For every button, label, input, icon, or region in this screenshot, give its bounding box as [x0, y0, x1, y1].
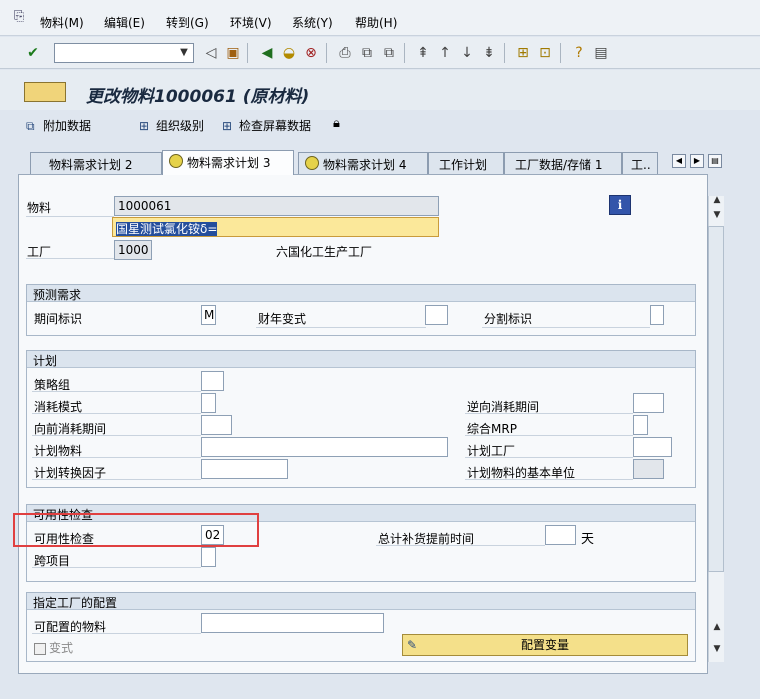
new-session-icon[interactable]: ⊞ — [514, 44, 532, 62]
tab-mrp4[interactable]: 物料需求计划 4 — [298, 152, 428, 174]
next-page-icon[interactable]: ↓ — [458, 44, 476, 62]
previous-page-icon[interactable]: ↑ — [436, 44, 454, 62]
menubar: ⎘ 物料(M) 编辑(E) 转到(G) 环境(V) 系统(Y) 帮助(H) — [0, 0, 760, 36]
chevron-down-icon[interactable]: ▼ — [175, 44, 193, 62]
lock-icon[interactable]: 🔒︎ — [333, 116, 340, 131]
additional-data-button[interactable]: ⧉ 附加数据 — [26, 117, 91, 134]
menu-material[interactable]: 物料(M) — [40, 14, 84, 31]
tab-work-scheduling[interactable]: 工作计划 — [428, 152, 504, 174]
shortcut-icon[interactable]: ⊡ — [536, 44, 554, 62]
system-status-button[interactable] — [24, 82, 66, 102]
copy-icon: ⧉ — [26, 119, 35, 133]
tab-plant-data-storage[interactable]: 工厂数据/存储 1 — [504, 152, 622, 174]
scroll-up-icon[interactable]: ▼ — [709, 208, 725, 222]
tab-status-icon — [305, 156, 319, 170]
hierarchy-icon: ⊞ — [222, 119, 233, 133]
tab-content-panel — [18, 174, 708, 674]
print-icon[interactable]: ⎙ — [336, 44, 354, 62]
highlight-box — [13, 513, 259, 547]
menu-help[interactable]: 帮助(H) — [355, 14, 397, 31]
enter-icon[interactable]: ✔ — [24, 44, 42, 62]
cancel-icon[interactable]: ⊗ — [302, 44, 320, 62]
menu-environment[interactable]: 环境(V) — [230, 14, 272, 31]
tab-more[interactable]: 工.. — [622, 152, 658, 174]
help-icon[interactable]: ? — [570, 44, 588, 62]
menu-edit[interactable]: 编辑(E) — [104, 14, 145, 31]
last-page-icon[interactable]: ⇟ — [480, 44, 498, 62]
tab-scroll-right-icon[interactable]: ▶ — [690, 154, 704, 168]
layout-menu-icon[interactable]: ▤ — [592, 44, 610, 62]
tab-mrp2[interactable]: 物料需求计划 2 — [30, 152, 162, 174]
page-title: 更改物料1000061 (原材料) — [86, 87, 310, 107]
menu-goto[interactable]: 转到(G) — [166, 14, 209, 31]
save-icon[interactable]: ▣ — [224, 44, 242, 62]
scroll-down-icon[interactable]: ▲ — [709, 620, 725, 634]
back-arrow-icon[interactable]: ◁ — [202, 44, 220, 62]
scroll-down-icon[interactable]: ▼ — [709, 642, 725, 656]
first-page-icon[interactable]: ⇞ — [414, 44, 432, 62]
scroll-up-icon[interactable]: ▲ — [709, 193, 725, 207]
menu-system[interactable]: 系统(Y) — [292, 14, 333, 31]
check-screen-data-button[interactable]: ⊞ 检查屏幕数据 — [222, 117, 311, 134]
exit-icon[interactable]: ◒ — [280, 44, 298, 62]
back-icon[interactable]: ◀ — [258, 44, 276, 62]
scrollbar-thumb[interactable] — [708, 226, 724, 572]
tab-list-icon[interactable]: ▤ — [708, 154, 722, 168]
tab-scroll-left-icon[interactable]: ◀ — [672, 154, 686, 168]
window-menu-icon[interactable]: ⎘ — [14, 9, 24, 24]
find-icon[interactable]: ⧉ — [358, 44, 376, 62]
org-tree-icon: ⊞ — [139, 119, 150, 133]
org-levels-button[interactable]: ⊞ 组织级别 — [139, 117, 204, 134]
command-field[interactable]: ▼ — [54, 43, 194, 63]
tab-mrp3[interactable]: 物料需求计划 3 — [162, 150, 294, 175]
tab-status-icon — [169, 154, 183, 168]
find-next-icon[interactable]: ⧉ — [380, 44, 398, 62]
